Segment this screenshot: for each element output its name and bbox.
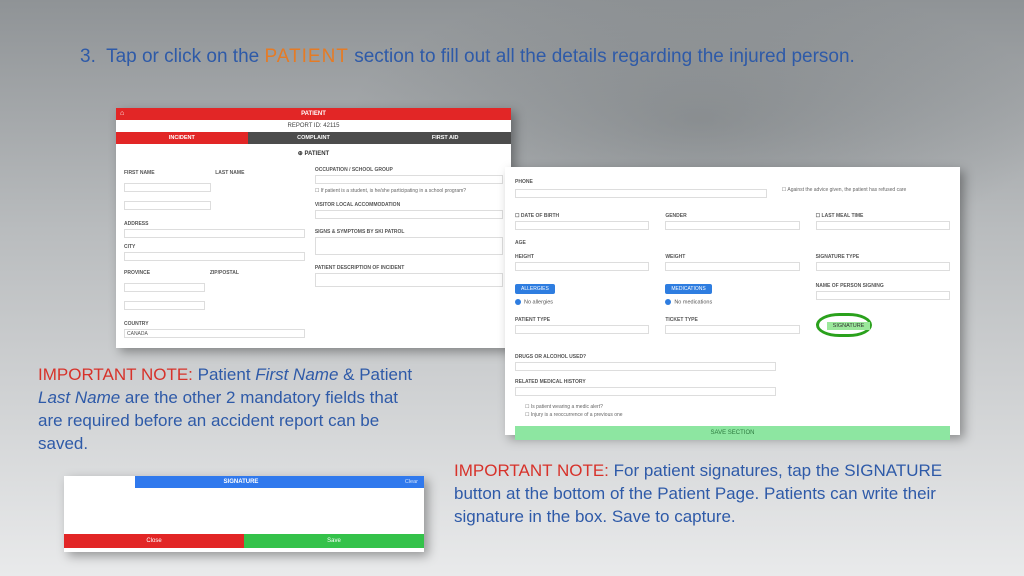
signs-field[interactable] [315,237,503,255]
label-occupation: OCCUPATION / SCHOOL GROUP [315,167,503,173]
occupation-field[interactable] [315,175,503,184]
label-age: AGE [515,240,659,246]
patient-form-screenshot-left: ⌂ PATIENT REPORT ID: 42115 INCIDENT COMP… [116,108,511,348]
last-name-field[interactable] [124,201,211,210]
sigtype-field[interactable] [816,262,950,271]
weight-field[interactable] [665,262,799,271]
label-accommodation: VISITOR LOCAL ACCOMMODATION [315,202,503,208]
allergies-pill[interactable]: ALLERGIES [515,284,555,294]
signature-title: SIGNATURE [135,476,347,488]
label-history: RELATED MEDICAL HISTORY [515,379,950,385]
label-description: PATIENT DESCRIPTION OF INCIDENT [315,265,503,271]
note2-lead: IMPORTANT NOTE: [454,461,614,480]
history-field[interactable] [515,387,776,396]
student-question[interactable]: If patient is a student, is he/she parti… [315,188,503,194]
tab-firstaid[interactable]: FIRST AID [379,132,511,144]
refused-care-checkbox[interactable]: Against the advice given, the patient ha… [772,185,937,193]
label-country: COUNTRY [124,321,305,327]
report-id: REPORT ID: 42115 [116,120,511,132]
tab-incident[interactable]: INCIDENT [116,132,248,144]
ptype-field[interactable] [515,325,649,334]
signature-button[interactable]: SIGNATURE [827,322,871,330]
reoccurrence-checkbox[interactable]: Injury is a reoccurrence of a previous o… [515,410,950,418]
label-height: HEIGHT [515,254,649,260]
description-field[interactable] [315,273,503,287]
important-note-signature: IMPORTANT NOTE: For patient signatures, … [454,460,984,529]
label-city: CITY [124,244,305,250]
medications-pill[interactable]: MEDICATIONS [665,284,711,294]
label-signer: NAME OF PERSON SIGNING [816,283,950,289]
important-note-mandatory-fields: IMPORTANT NOTE: Patient First Name & Pat… [38,364,418,456]
label-sigtype: SIGNATURE TYPE [816,254,950,260]
label-dob: ☐ DATE OF BIRTH [515,213,649,219]
label-province: PROVINCE [124,270,205,276]
label-weight: WEIGHT [665,254,799,260]
label-zip: ZIP/POSTAL [210,270,291,276]
label-signs: SIGNS & SYMPTOMS BY SKI PATROL [315,229,503,235]
header-title: PATIENT [116,111,511,117]
label-gender: GENDER [665,213,799,219]
meal-field[interactable] [816,221,950,230]
no-allergies-radio[interactable]: No allergies [515,299,649,305]
city-field[interactable] [124,252,305,261]
tab-complaint[interactable]: COMPLAINT [248,132,380,144]
address-field[interactable] [124,229,305,238]
signature-button-highlight: SIGNATURE [816,313,872,337]
signature-clear-button[interactable]: Clear [347,476,424,488]
ttype-field[interactable] [665,325,799,334]
label-last-name: LAST NAME [215,170,302,176]
phone-field[interactable] [515,189,767,198]
label-drugs: DRUGS OR ALCOHOL USED? [515,354,950,360]
signature-close-button[interactable]: Close [64,534,244,548]
province-field[interactable] [124,283,205,292]
signature-dialog-screenshot: SIGNATURE Clear Close Save [64,476,424,552]
label-ptype: PATIENT TYPE [515,317,649,323]
step-post: section to fill out all the details rega… [349,46,855,67]
label-ttype: TICKET TYPE [665,317,799,323]
label-meal: ☐ LAST MEAL TIME [816,213,950,219]
zip-field[interactable] [124,301,205,310]
label-first-name: FIRST NAME [124,170,211,176]
save-section-button[interactable]: SAVE SECTION [515,426,950,440]
label-address: ADDRESS [124,221,305,227]
no-medications-radio[interactable]: No medications [665,299,799,305]
section-heading: ⊕ PATIENT [116,144,511,161]
signature-canvas[interactable] [64,488,424,534]
drugs-field[interactable] [515,362,776,371]
signature-save-button[interactable]: Save [244,534,424,548]
dob-field[interactable] [515,221,649,230]
gender-field[interactable] [665,221,799,230]
note1-lead: IMPORTANT NOTE: [38,365,198,384]
country-field[interactable]: CANADA [124,329,305,338]
app-header: ⌂ PATIENT [116,108,511,120]
step-instruction: 3. Tap or click on the PATIENT section t… [80,44,944,70]
signer-field[interactable] [816,291,950,300]
medic-alert-checkbox[interactable]: Is patient wearing a medic alert? [515,402,950,410]
step-keyword: PATIENT [265,46,349,67]
height-field[interactable] [515,262,649,271]
accommodation-field[interactable] [315,210,503,219]
step-pre: Tap or click on the [106,46,264,67]
patient-form-screenshot-right: PHONE Against the advice given, the pati… [505,167,960,435]
first-name-field[interactable] [124,183,211,192]
tab-bar: INCIDENT COMPLAINT FIRST AID [116,132,511,144]
step-number: 3. [80,46,96,67]
